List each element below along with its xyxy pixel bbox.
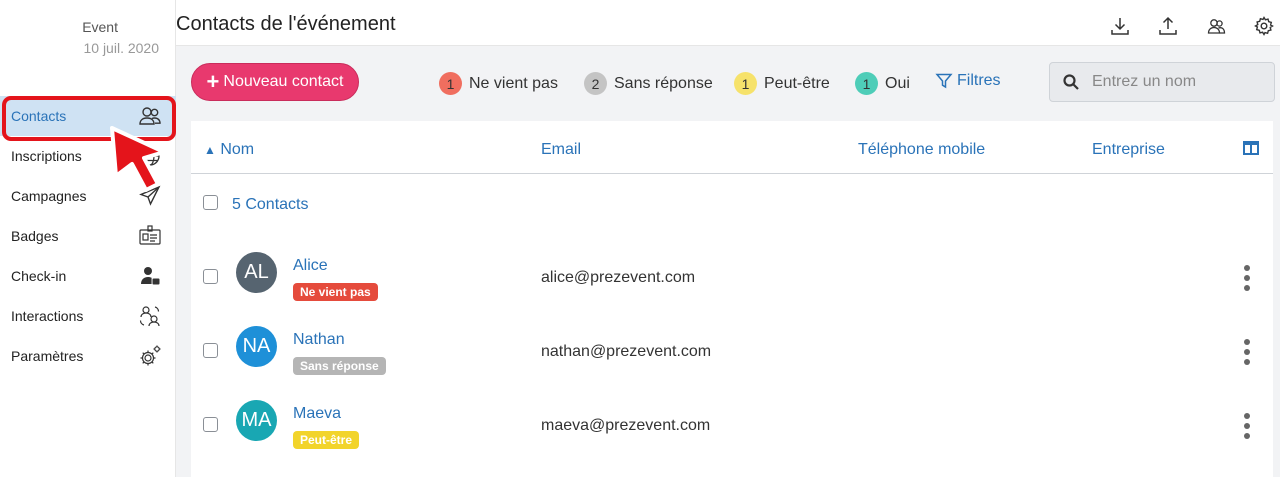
users-icon[interactable] bbox=[1204, 14, 1228, 38]
column-header-email[interactable]: Email bbox=[541, 141, 581, 159]
sidebar-item-interactions[interactable]: Interactions bbox=[0, 296, 176, 336]
contacts-count: 5 Contacts bbox=[232, 196, 309, 213]
page-header: Contacts de l'événement bbox=[176, 0, 1280, 46]
row-more-icon[interactable] bbox=[1240, 339, 1254, 365]
filter-sans-reponse[interactable]: 2 Sans réponse bbox=[584, 72, 713, 95]
contact-email: nathan@prezevent.com bbox=[541, 343, 712, 360]
contacts-table: ▲ Nom Email Téléphone mobile Entreprise … bbox=[191, 121, 1273, 477]
sidebar-item-label: Badges bbox=[11, 228, 59, 244]
columns-toggle-icon[interactable] bbox=[1243, 141, 1259, 155]
sidebar-item-label: Paramètres bbox=[11, 348, 84, 364]
filter-label: Oui bbox=[885, 74, 910, 92]
row-checkbox[interactable] bbox=[203, 417, 218, 432]
filter-count: 1 bbox=[734, 72, 757, 95]
contact-email: alice@prezevent.com bbox=[541, 269, 696, 286]
contact-email: maeva@prezevent.com bbox=[541, 417, 711, 434]
sidebar-item-check-in[interactable]: Check-in bbox=[0, 256, 176, 296]
filters-link[interactable]: Filtres bbox=[935, 72, 1001, 90]
contact-name-link[interactable]: Maeva bbox=[293, 405, 341, 423]
download-icon[interactable] bbox=[1108, 14, 1132, 38]
filter-label: Ne vient pas bbox=[469, 74, 558, 92]
sort-asc-icon: ▲ bbox=[204, 143, 216, 157]
column-header-telephone[interactable]: Téléphone mobile bbox=[858, 141, 985, 159]
contact-name-link[interactable]: Nathan bbox=[293, 331, 345, 349]
upload-icon[interactable] bbox=[1156, 14, 1180, 38]
gear-icon[interactable] bbox=[1252, 14, 1276, 38]
paper-plane-icon bbox=[136, 184, 164, 208]
plus-icon: + bbox=[206, 69, 220, 94]
status-badge: Peut-être bbox=[293, 431, 360, 449]
interactions-icon bbox=[136, 304, 164, 328]
filter-count: 1 bbox=[855, 72, 878, 95]
search-icon bbox=[1063, 74, 1079, 90]
new-contact-button[interactable]: + Nouveau contact bbox=[191, 63, 359, 101]
sidebar-item-inscriptions[interactable]: Inscriptions bbox=[0, 136, 176, 176]
filter-peut-etre[interactable]: 1 Peut-être bbox=[734, 72, 830, 95]
sidebar-item-label: Campagnes bbox=[11, 188, 87, 204]
filter-ne-vient-pas[interactable]: 1 Ne vient pas bbox=[439, 72, 558, 95]
filter-count: 1 bbox=[439, 72, 462, 95]
table-row: AL Alice Ne vient pas alice@prezevent.co… bbox=[191, 240, 1273, 314]
column-label: Nom bbox=[220, 141, 255, 158]
table-header: ▲ Nom Email Téléphone mobile Entreprise bbox=[191, 121, 1273, 174]
sidebar-item-campagnes[interactable]: Campagnes bbox=[0, 176, 176, 216]
filter-oui[interactable]: 1 Oui bbox=[855, 72, 910, 95]
table-row: NA Nathan Sans réponse nathan@prezevent.… bbox=[191, 314, 1273, 388]
event-name: Event bbox=[82, 19, 118, 35]
filters-link-label: Filtres bbox=[957, 72, 1001, 89]
column-header-entreprise[interactable]: Entreprise bbox=[1092, 141, 1165, 159]
sidebar-item-label: Interactions bbox=[11, 308, 84, 324]
sidebar: Event 10 juil. 2020 Contacts Inscription… bbox=[0, 0, 176, 477]
row-more-icon[interactable] bbox=[1240, 265, 1254, 291]
avatar: MA bbox=[236, 400, 277, 441]
contacts-icon bbox=[136, 104, 164, 128]
avatar: NA bbox=[236, 326, 277, 367]
new-contact-label: Nouveau contact bbox=[223, 73, 344, 90]
event-date: 10 juil. 2020 bbox=[83, 40, 159, 56]
select-all-checkbox[interactable] bbox=[203, 195, 218, 210]
status-badge: Sans réponse bbox=[293, 357, 386, 375]
table-row: MA Maeva Peut-être maeva@prezevent.com bbox=[191, 388, 1273, 462]
badge-icon bbox=[136, 224, 164, 248]
funnel-icon bbox=[935, 73, 953, 89]
filter-label: Peut-être bbox=[764, 74, 830, 92]
sidebar-item-label: Contacts bbox=[11, 108, 67, 124]
header-actions bbox=[1108, 14, 1276, 38]
sidebar-item-label: Check-in bbox=[11, 268, 67, 284]
filter-label: Sans réponse bbox=[614, 74, 713, 92]
sidebar-item-parametres[interactable]: Paramètres bbox=[0, 336, 176, 376]
sidebar-item-label: Inscriptions bbox=[11, 148, 82, 164]
page-title: Contacts de l'événement bbox=[176, 13, 396, 35]
filter-count: 2 bbox=[584, 72, 607, 95]
row-checkbox[interactable] bbox=[203, 269, 218, 284]
checkin-user-icon bbox=[136, 264, 164, 288]
search-box bbox=[1049, 62, 1275, 102]
settings-gears-icon bbox=[136, 344, 164, 368]
sidebar-item-contacts[interactable]: Contacts bbox=[0, 96, 176, 136]
row-checkbox[interactable] bbox=[203, 343, 218, 358]
sidebar-nav: Contacts Inscriptions Campagnes Badges C… bbox=[0, 96, 176, 376]
globe-icon bbox=[136, 144, 164, 168]
column-header-nom[interactable]: ▲ Nom bbox=[204, 141, 254, 159]
status-badge: Ne vient pas bbox=[293, 283, 378, 301]
avatar: AL bbox=[236, 252, 277, 293]
contact-name-link[interactable]: Alice bbox=[293, 257, 328, 275]
row-more-icon[interactable] bbox=[1240, 413, 1254, 439]
search-input[interactable] bbox=[1092, 73, 1262, 91]
sidebar-item-badges[interactable]: Badges bbox=[0, 216, 176, 256]
